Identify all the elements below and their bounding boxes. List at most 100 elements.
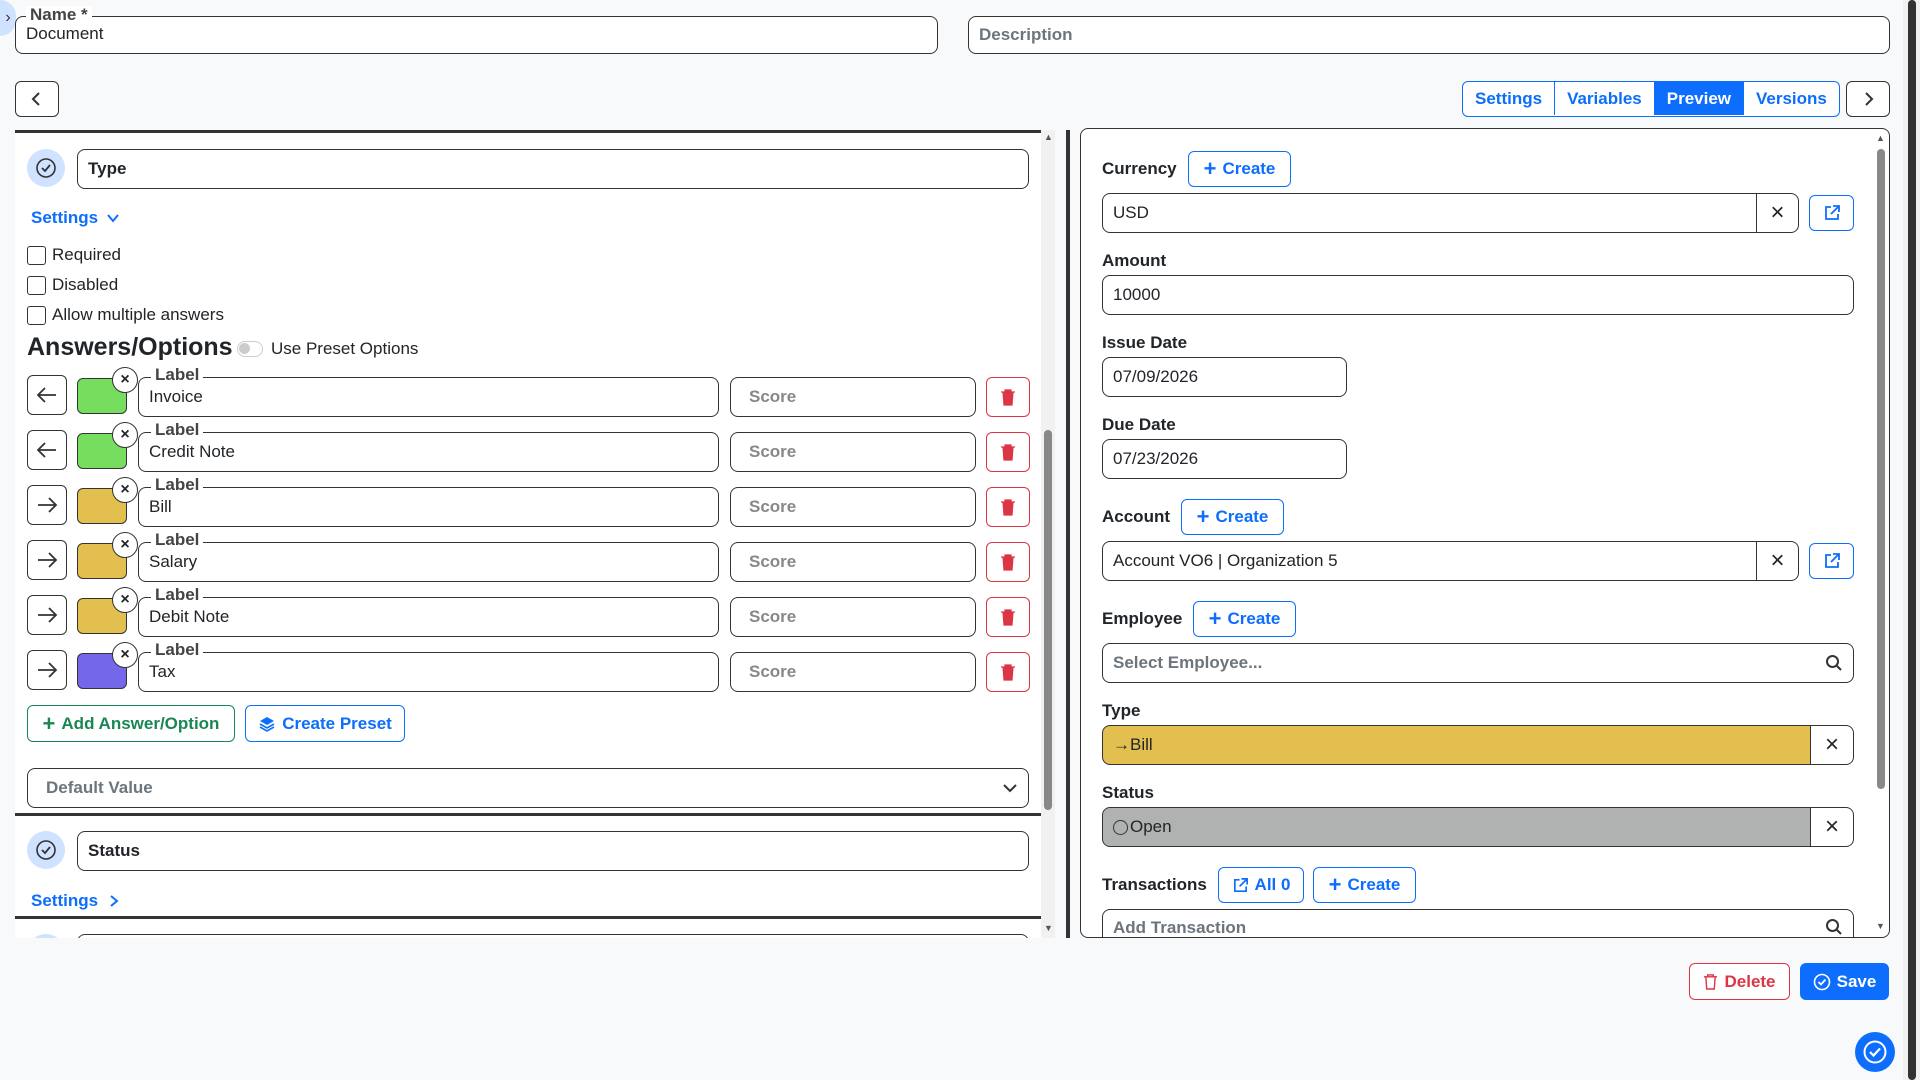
transactions-create-button[interactable]: + Create	[1313, 867, 1416, 903]
default-value-select[interactable]: Default Value	[27, 768, 1029, 808]
check-circle-icon[interactable]	[27, 149, 65, 187]
required-checkbox[interactable]: Required	[27, 245, 121, 265]
scroll-up-arrow[interactable]: ▲	[1044, 132, 1053, 142]
score-field[interactable]: Score	[730, 432, 976, 472]
close-icon: ×	[1824, 813, 1839, 840]
employee-create-button[interactable]: + Create	[1193, 601, 1296, 637]
label-legend: Label	[151, 475, 204, 495]
clear-color-icon[interactable]: ×	[112, 587, 138, 613]
scroll-up-arrow[interactable]: ▲	[1876, 133, 1885, 143]
clear-color-icon[interactable]: ×	[112, 532, 138, 558]
page-scroll-thumb[interactable]	[1908, 0, 1916, 1080]
clear-color-icon[interactable]: ×	[112, 477, 138, 503]
delete-option-button[interactable]	[986, 652, 1030, 692]
status-question-title[interactable]: Status	[77, 831, 1029, 871]
clear-color-icon[interactable]: ×	[112, 642, 138, 668]
multiple-answers-box[interactable]	[27, 305, 46, 325]
check-circle-icon[interactable]	[27, 934, 65, 938]
name-legend: Name *	[26, 6, 92, 24]
direction-button[interactable]	[27, 485, 67, 525]
toggle-switch[interactable]	[237, 341, 263, 357]
delete-option-button[interactable]	[986, 377, 1030, 417]
right-scroll-thumb[interactable]	[1877, 149, 1885, 789]
tab-preview[interactable]: Preview	[1654, 82, 1744, 115]
delete-option-button[interactable]	[986, 432, 1030, 472]
delete-option-button[interactable]	[986, 542, 1030, 582]
floating-check-button[interactable]	[1855, 1032, 1895, 1072]
all-transactions-button[interactable]: All 0	[1218, 867, 1304, 903]
delete-button[interactable]: Delete	[1689, 963, 1790, 1000]
multiple-answers-checkbox[interactable]: Allow multiple answers	[27, 305, 224, 325]
due-date-input[interactable]: 07/23/2026	[1102, 439, 1347, 479]
use-preset-toggle[interactable]: Use Preset Options	[237, 339, 418, 359]
type-label: Type	[1102, 701, 1141, 720]
add-option-button[interactable]: + Add Answer/Option	[27, 705, 235, 742]
clear-color-icon[interactable]: ×	[112, 367, 138, 393]
status-settings-toggle[interactable]: Settings	[31, 891, 120, 911]
direction-button[interactable]	[27, 540, 67, 580]
open-account-button[interactable]	[1809, 543, 1854, 579]
page-scrollbar[interactable]	[1903, 0, 1920, 1080]
account-input[interactable]: Account VO6 | Organization 5	[1102, 541, 1757, 581]
clear-type-button[interactable]: ×	[1810, 725, 1854, 765]
account-create-button[interactable]: + Create	[1181, 499, 1284, 535]
left-scroll-thumb[interactable]	[1044, 430, 1052, 810]
tab-variables[interactable]: Variables	[1555, 82, 1655, 115]
clear-color-icon[interactable]: ×	[112, 422, 138, 448]
open-currency-button[interactable]	[1809, 195, 1854, 231]
add-transaction-input[interactable]: Add Transaction	[1102, 909, 1854, 937]
sidebar-toggle[interactable]: ›	[0, 0, 16, 36]
disabled-box[interactable]	[27, 275, 46, 295]
clear-status-button[interactable]: ×	[1810, 807, 1854, 847]
score-field[interactable]: Score	[730, 377, 976, 417]
chevron-right-icon	[1865, 92, 1874, 106]
back-button[interactable]	[15, 81, 59, 117]
tab-settings[interactable]: Settings	[1463, 82, 1556, 115]
currency-create-button[interactable]: + Create	[1188, 151, 1291, 187]
left-scrollbar[interactable]: ▲ ▼	[1041, 130, 1055, 938]
status-select[interactable]: Open	[1102, 807, 1811, 847]
delete-option-button[interactable]	[986, 597, 1030, 637]
option-label-field[interactable]: Label Invoice	[138, 365, 719, 417]
score-field[interactable]: Score	[730, 597, 976, 637]
check-circle-icon[interactable]	[27, 831, 65, 869]
option-label-field[interactable]: Label Credit Note	[138, 420, 719, 472]
option-label-field[interactable]: Label Tax	[138, 640, 719, 692]
tab-versions[interactable]: Versions	[1744, 82, 1839, 115]
type-question-title[interactable]: Type	[77, 149, 1029, 189]
forward-button[interactable]	[1846, 81, 1890, 117]
scroll-down-arrow[interactable]: ▼	[1044, 923, 1053, 933]
create-preset-button[interactable]: Create Preset	[245, 705, 405, 742]
name-field[interactable]: Name * Document	[15, 6, 938, 54]
scroll-down-arrow[interactable]: ▼	[1876, 921, 1885, 931]
right-scrollbar[interactable]: ▲ ▼	[1874, 131, 1888, 935]
amount-input[interactable]: 10000	[1102, 275, 1854, 315]
type-select[interactable]: → Bill	[1102, 725, 1811, 765]
score-field[interactable]: Score	[730, 652, 976, 692]
currency-input[interactable]: USD	[1102, 193, 1757, 233]
option-label-value: Bill	[149, 497, 172, 516]
direction-button[interactable]	[27, 650, 67, 690]
description-field[interactable]: Description	[968, 16, 1890, 54]
next-question-title[interactable]	[77, 934, 1029, 938]
score-field[interactable]: Score	[730, 542, 976, 582]
clear-currency-button[interactable]: ×	[1756, 193, 1799, 233]
settings-toggle[interactable]: Settings	[31, 208, 120, 228]
disabled-checkbox[interactable]: Disabled	[27, 275, 118, 295]
direction-button[interactable]	[27, 430, 67, 470]
employee-search-input[interactable]: Select Employee...	[1102, 643, 1854, 683]
option-label-field[interactable]: Label Debit Note	[138, 585, 719, 637]
required-box[interactable]	[27, 245, 46, 265]
issue-date-input[interactable]: 07/09/2026	[1102, 357, 1347, 397]
clear-account-button[interactable]: ×	[1756, 541, 1799, 581]
option-label-field[interactable]: Label Salary	[138, 530, 719, 582]
option-label-field[interactable]: Label Bill	[138, 475, 719, 527]
amount-label: Amount	[1102, 251, 1167, 270]
delete-option-button[interactable]	[986, 487, 1030, 527]
panel-divider[interactable]	[1066, 130, 1070, 938]
score-placeholder: Score	[749, 497, 797, 516]
direction-button[interactable]	[27, 375, 67, 415]
direction-button[interactable]	[27, 595, 67, 635]
save-button[interactable]: Save	[1800, 963, 1889, 1000]
score-field[interactable]: Score	[730, 487, 976, 527]
